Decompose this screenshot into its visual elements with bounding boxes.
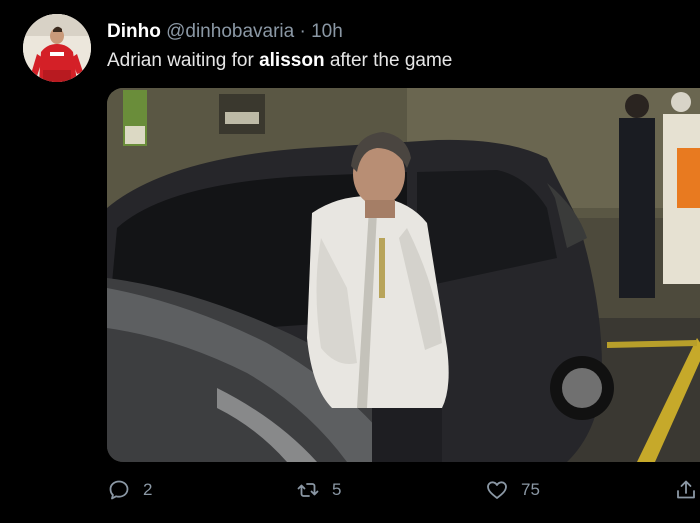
- photo-parking-garage: [107, 88, 700, 462]
- retweet-icon: [297, 483, 319, 497]
- tweet-text: Adrian waiting for alisson after the gam…: [107, 49, 452, 73]
- share-button[interactable]: [674, 476, 700, 504]
- tweet-action-bar: 2 5 75: [0, 468, 700, 512]
- retweet-count: 5: [332, 480, 342, 499]
- tweet-timestamp[interactable]: 10h: [311, 21, 343, 42]
- like-count: 75: [521, 480, 540, 499]
- reply-button[interactable]: 2: [107, 476, 152, 504]
- like-button[interactable]: 75: [485, 476, 540, 504]
- avatar-image: [23, 14, 91, 82]
- tweet-text-before: Adrian waiting for: [107, 50, 260, 71]
- reply-count: 2: [143, 480, 153, 499]
- tweet-header: Dinho @dinhobavaria · 10h: [107, 20, 343, 44]
- user-avatar[interactable]: [23, 14, 91, 82]
- heart-icon: [487, 481, 507, 499]
- separator-dot: ·: [299, 21, 306, 42]
- tweet-text-after: after the game: [324, 50, 453, 71]
- share-icon: [677, 480, 695, 499]
- display-name[interactable]: Dinho: [107, 21, 161, 42]
- reply-icon: [109, 480, 129, 500]
- user-handle[interactable]: @dinhobavaria: [166, 21, 294, 42]
- retweet-button[interactable]: 5: [296, 476, 341, 504]
- tweet-text-bold: alisson: [259, 50, 325, 71]
- tweet-media-image[interactable]: [107, 88, 700, 462]
